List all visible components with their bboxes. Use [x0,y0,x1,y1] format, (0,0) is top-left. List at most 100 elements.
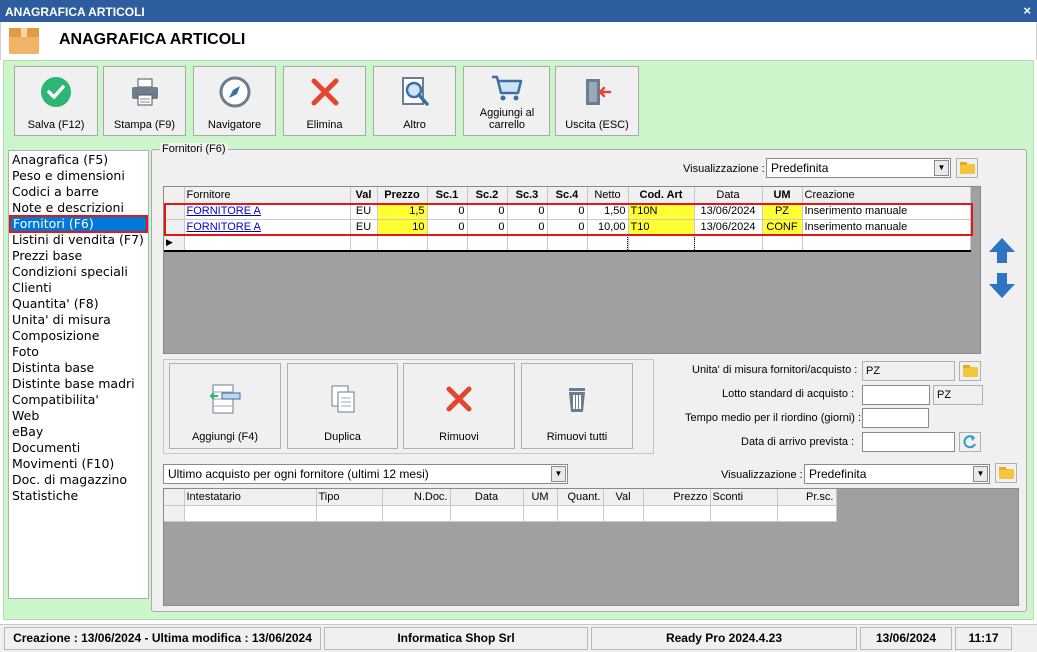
table-row[interactable] [164,505,837,522]
table-cell[interactable] [587,235,629,252]
menu-item[interactable]: Unita' di misura [12,312,111,328]
remove-button[interactable]: Rimuovi [403,363,515,449]
column-header[interactable]: UM [523,489,558,506]
table-cell[interactable]: CONF [762,219,803,236]
table-cell[interactable]: 0 [547,203,588,220]
menu-item[interactable]: Codici a barre [12,184,99,200]
table-cell[interactable]: 0 [467,203,508,220]
duplicate-button[interactable]: Duplica [287,363,398,449]
lotto-field[interactable] [862,385,930,405]
column-header[interactable]: Data [694,187,763,204]
menu-item[interactable]: Statistiche [12,488,78,504]
menu-item[interactable]: Movimenti (F10) [12,456,114,472]
column-header[interactable]: N.Doc. [382,489,451,506]
table-cell[interactable]: PZ [762,203,803,220]
column-header[interactable]: Creazione [802,187,971,204]
menu-item[interactable]: eBay [12,424,43,440]
table-cell[interactable]: 0 [427,203,468,220]
table-cell[interactable]: 10 [377,219,428,236]
column-header[interactable]: Tipo [316,489,383,506]
table-cell[interactable]: EU [350,219,378,236]
table-row[interactable]: FORNITORE A EU 1,5 0 0 0 0 1,50 T10N 13/06/2024 PZ… [164,203,971,220]
row-header[interactable] [164,219,185,236]
supplier-cell[interactable]: FORNITORE A [184,219,351,236]
navigator-button[interactable]: Navigatore [193,66,276,136]
menu-item[interactable]: Quantita' (F8) [12,296,99,312]
table-cell[interactable]: T10N [628,203,695,220]
table-cell[interactable]: 0 [427,219,468,236]
um-field[interactable]: PZ [862,361,955,381]
column-header[interactable]: Netto [587,187,629,204]
table-cell[interactable] [802,235,971,252]
add-button[interactable]: Aggiungi (F4) [169,363,281,449]
menu-item[interactable]: Condizioni speciali [12,264,128,280]
column-header[interactable]: Sconti [710,489,778,506]
menu-item[interactable]: Documenti [12,440,80,456]
table-cell[interactable]: Inserimento manuale [802,203,971,220]
table-cell[interactable]: 13/06/2024 [694,219,763,236]
menu-item[interactable]: Note e descrizioni [12,200,124,216]
menu-item[interactable]: Fornitori (F6) [9,215,148,233]
table-cell[interactable] [694,235,763,252]
move-up-arrow-icon[interactable] [987,236,1017,266]
folder-icon[interactable] [956,158,978,178]
close-icon[interactable]: × [1023,3,1031,18]
um-folder-icon[interactable] [959,361,981,381]
column-header[interactable]: Val [603,489,644,506]
refresh-icon[interactable] [959,432,981,452]
menu-item[interactable]: Foto [12,344,39,360]
menu-item[interactable]: Doc. di magazzino [12,472,127,488]
column-header[interactable]: Sc.4 [547,187,588,204]
column-header[interactable]: Intestatario [184,489,317,506]
chevron-down-icon[interactable]: ▼ [934,160,949,176]
table-cell[interactable] [762,235,803,252]
column-header[interactable]: Cod. Art [628,187,695,204]
row-header[interactable] [164,203,185,220]
delete-button[interactable]: Elimina [283,66,366,136]
table-cell[interactable]: 0 [467,219,508,236]
remove-all-button[interactable]: Rimuovi tutti [521,363,633,449]
table-cell[interactable]: 1,50 [587,203,629,220]
column-header[interactable]: Sc.2 [467,187,508,204]
table-cell[interactable]: Inserimento manuale [802,219,971,236]
menu-item[interactable]: Web [12,408,39,424]
table-cell[interactable] [547,235,588,252]
column-header[interactable]: Data [450,489,524,506]
table-cell[interactable]: 0 [547,219,588,236]
table-cell[interactable] [184,235,351,252]
menu-item[interactable]: Prezzi base [12,248,82,264]
arrival-date-field[interactable] [862,432,955,452]
folder-icon[interactable] [995,463,1017,483]
purchases-view-select[interactable]: Predefinita ▼ [804,464,990,484]
table-row[interactable]: FORNITORE A EU 10 0 0 0 0 10,00 T10 13/06/2024 CON… [164,219,971,236]
column-header[interactable]: Fornitore [184,187,351,204]
menu-item[interactable]: Distinte base madri [12,376,135,392]
menu-item[interactable]: Clienti [12,280,52,296]
table-cell[interactable] [350,235,378,252]
column-header[interactable]: Prezzo [377,187,428,204]
other-button[interactable]: Altro [373,66,456,136]
table-cell[interactable]: 10,00 [587,219,629,236]
table-cell[interactable]: T10 [628,219,695,236]
menu-item[interactable]: Listini di vendita (F7) [12,232,144,248]
menu-item[interactable]: Peso e dimensioni [12,168,125,184]
suppliers-view-select[interactable]: Predefinita ▼ [766,158,951,178]
move-down-arrow-icon[interactable] [987,270,1017,300]
menu-item[interactable]: Composizione [12,328,99,344]
chevron-down-icon[interactable]: ▼ [973,466,988,482]
new-row[interactable]: ▶ [164,234,971,252]
supplier-link[interactable]: FORNITORE A [187,221,261,233]
column-header[interactable]: Val [350,187,378,204]
tempo-field[interactable] [862,408,929,428]
table-cell[interactable]: 13/06/2024 [694,203,763,220]
menu-item[interactable]: Compatibilita' [12,392,99,408]
add-to-cart-button[interactable]: Aggiungi al carrello [463,66,550,136]
print-button[interactable]: Stampa (F9) [103,66,186,136]
column-header[interactable]: Pr.sc. [777,489,837,506]
table-cell[interactable] [377,235,428,252]
table-cell[interactable]: 0 [507,203,548,220]
column-header[interactable]: Quant. [557,489,604,506]
column-header[interactable]: Sc.3 [507,187,548,204]
column-header[interactable]: Sc.1 [427,187,468,204]
menu-item[interactable]: Distinta base [12,360,94,376]
